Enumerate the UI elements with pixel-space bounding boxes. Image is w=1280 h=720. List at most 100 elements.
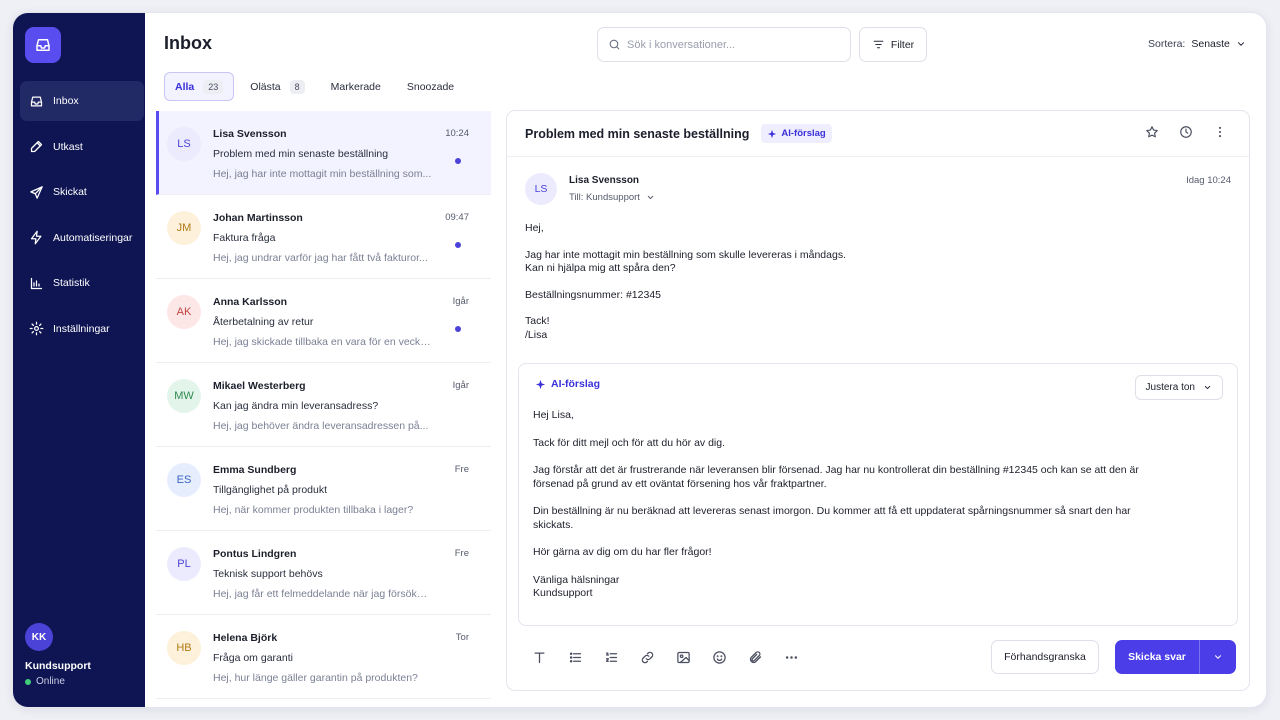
conversation-preview: Hej, jag får ett felmeddelande när jag f… xyxy=(213,588,433,600)
tab-snoozade[interactable]: Snoozade xyxy=(397,72,464,101)
send-button-group: Skicka svar xyxy=(1115,640,1236,674)
conversation-item[interactable]: HB Helena Björk Fråga om garanti Hej, hur l… xyxy=(156,615,491,699)
ai-suggestion-title: AI-förslag xyxy=(551,378,601,390)
sort-label: Sortera: xyxy=(1148,38,1186,50)
sidebar-nav: Inbox Utkast Skickat Automatiseringar Statis… xyxy=(20,81,144,355)
conversation-item[interactable]: PL Pontus Lindgren Teknisk support behövs H… xyxy=(156,531,491,615)
tab-markerade[interactable]: Markerade xyxy=(321,72,391,101)
conversation-time: Tor xyxy=(455,632,469,643)
pencil-icon xyxy=(29,139,53,154)
more-vertical-icon[interactable] xyxy=(1213,125,1227,139)
link-icon[interactable] xyxy=(639,649,655,665)
conversation-item[interactable]: MW Mikael Westerberg Kan jag ändra min lev… xyxy=(156,363,491,447)
ai-badge-label: AI-förslag xyxy=(781,128,826,139)
sidebar: Inbox Utkast Skickat Automatiseringar Statis… xyxy=(13,13,145,707)
conversation-sender: Lisa Svensson xyxy=(213,128,287,140)
chevron-down-icon xyxy=(647,195,654,200)
filter-label: Filter xyxy=(890,38,915,51)
conversation-detail: Problem med min senaste beställning AI-f… xyxy=(506,110,1250,691)
tab-label: Olästa xyxy=(250,80,281,93)
avatar: LS xyxy=(167,127,201,161)
emoji-icon[interactable] xyxy=(711,649,727,665)
message-body: Hej, Jag har inte mottagit min beställnin… xyxy=(525,222,846,355)
online-indicator xyxy=(25,678,31,685)
message-paragraph: Beställningsnummer: #12345 xyxy=(525,288,661,301)
image-icon[interactable] xyxy=(675,649,691,665)
sidebar-item-skickat[interactable]: Skickat xyxy=(20,172,144,212)
tab-count-badge: 23 xyxy=(203,79,224,94)
tab-alla[interactable]: Alla 23 xyxy=(164,72,235,101)
bullet-list-icon[interactable] xyxy=(567,649,583,665)
search-box[interactable] xyxy=(597,27,851,62)
avatar: MW xyxy=(167,379,201,413)
conversation-subject: Fråga om garanti xyxy=(213,652,293,664)
tone-label: Justera ton xyxy=(1145,382,1195,393)
more-horizontal-icon[interactable] xyxy=(783,649,799,665)
message-paragraph: Jag har inte mottagit min beställning so… xyxy=(525,248,846,275)
conversation-preview: Hej, jag skickade tillbaka en vara för e… xyxy=(213,336,433,348)
sidebar-item-label: Utkast xyxy=(53,140,83,153)
conversation-item[interactable]: AK Anna Karlsson Återbetalning av retur Hej… xyxy=(156,279,491,363)
conversation-item[interactable]: LS Lisa Svensson Problem med min senaste b… xyxy=(156,111,491,195)
sidebar-item-label: Inställningar xyxy=(53,322,110,335)
inbox-tray-icon[interactable] xyxy=(25,27,61,63)
sidebar-item-inställningar[interactable]: Inställningar xyxy=(20,309,144,349)
conversation-subject: Faktura fråga xyxy=(213,232,276,244)
tab-label: Alla xyxy=(175,80,195,93)
ai-suggestion-panel: AI-förslag Justera ton Hej Lisa, Tack för… xyxy=(518,363,1238,626)
preview-button[interactable]: Förhandsgranska xyxy=(991,640,1099,674)
star-icon[interactable] xyxy=(1145,125,1159,139)
sidebar-item-inbox[interactable]: Inbox xyxy=(20,81,144,121)
sidebar-item-label: Skickat xyxy=(53,186,87,199)
avatar: PL xyxy=(167,547,201,581)
avatar: ES xyxy=(167,463,201,497)
conversation-preview: Hej, jag har inte mottagit min beställni… xyxy=(213,168,432,180)
sidebar-item-utkast[interactable]: Utkast xyxy=(20,127,144,167)
recipient-label: Till: Kundsupport xyxy=(569,192,640,203)
send-options-button[interactable] xyxy=(1200,640,1236,674)
detail-actions xyxy=(1125,125,1227,139)
user-status: Online xyxy=(25,676,91,687)
text-format-icon[interactable] xyxy=(531,649,547,665)
conversation-time: Fre xyxy=(454,464,469,475)
recipient-toggle[interactable]: Till: Kundsupport xyxy=(569,192,655,203)
conversation-preview: Hej, jag undrar varför jag har fått två … xyxy=(213,252,428,264)
message-paragraph: Tack! /Lisa xyxy=(525,315,550,341)
conversation-list: LS Lisa Svensson Problem med min senaste b… xyxy=(156,111,491,707)
avatar: HB xyxy=(167,631,201,665)
clock-icon[interactable] xyxy=(1179,125,1193,139)
ai-reply-text[interactable]: Hej Lisa, Tack för ditt mejl och för att … xyxy=(533,409,1173,615)
filter-button[interactable]: Filter xyxy=(859,27,927,62)
send-reply-button[interactable]: Skicka svar xyxy=(1115,640,1200,674)
inbox-icon xyxy=(29,94,53,109)
sender-name: Lisa Svensson xyxy=(569,175,640,186)
sidebar-item-automatiseringar[interactable]: Automatiseringar xyxy=(20,218,144,258)
attachment-icon[interactable] xyxy=(747,649,763,665)
conversation-time: Fre xyxy=(454,548,469,559)
detail-header: Problem med min senaste beställning AI-f… xyxy=(507,111,1249,157)
search-input[interactable] xyxy=(627,38,827,51)
sidebar-item-statistik[interactable]: Statistik xyxy=(20,263,144,303)
message-paragraph: Hej, xyxy=(525,222,544,234)
adjust-tone-dropdown[interactable]: Justera ton xyxy=(1134,375,1223,400)
avatar: AK xyxy=(167,295,201,329)
conversation-item[interactable]: ES Emma Sundberg Tillgänglighet på produkt… xyxy=(156,447,491,531)
reply-paragraph: Tack för ditt mejl och för att du hör av… xyxy=(533,436,726,449)
reply-paragraph: Vänliga hälsningar Kundsupport xyxy=(533,573,620,600)
bar-chart-icon xyxy=(29,276,53,291)
avatar: KK xyxy=(25,623,53,651)
composer-toolbar xyxy=(531,649,819,665)
tab-olästa[interactable]: Olästa 8 xyxy=(240,72,314,101)
reply-paragraph: Jag förstår att det är frustrerande när … xyxy=(533,464,1139,490)
reply-paragraph: Hej Lisa, xyxy=(533,409,574,421)
numbered-list-icon[interactable] xyxy=(603,649,619,665)
chevron-down-icon xyxy=(1214,655,1222,659)
tab-label: Snoozade xyxy=(406,80,455,93)
user-profile[interactable]: KK Kundsupport Online xyxy=(25,623,91,687)
unread-indicator xyxy=(455,242,461,248)
conversation-item[interactable]: JM Johan Martinsson Faktura fråga Hej, jag … xyxy=(156,195,491,279)
sort-dropdown[interactable]: Sortera: Senaste xyxy=(1148,38,1246,50)
conversation-sender: Pontus Lindgren xyxy=(213,548,297,560)
conversation-subject: Tillgänglighet på produkt xyxy=(213,484,328,496)
conversation-time: 10:24 xyxy=(445,128,469,139)
